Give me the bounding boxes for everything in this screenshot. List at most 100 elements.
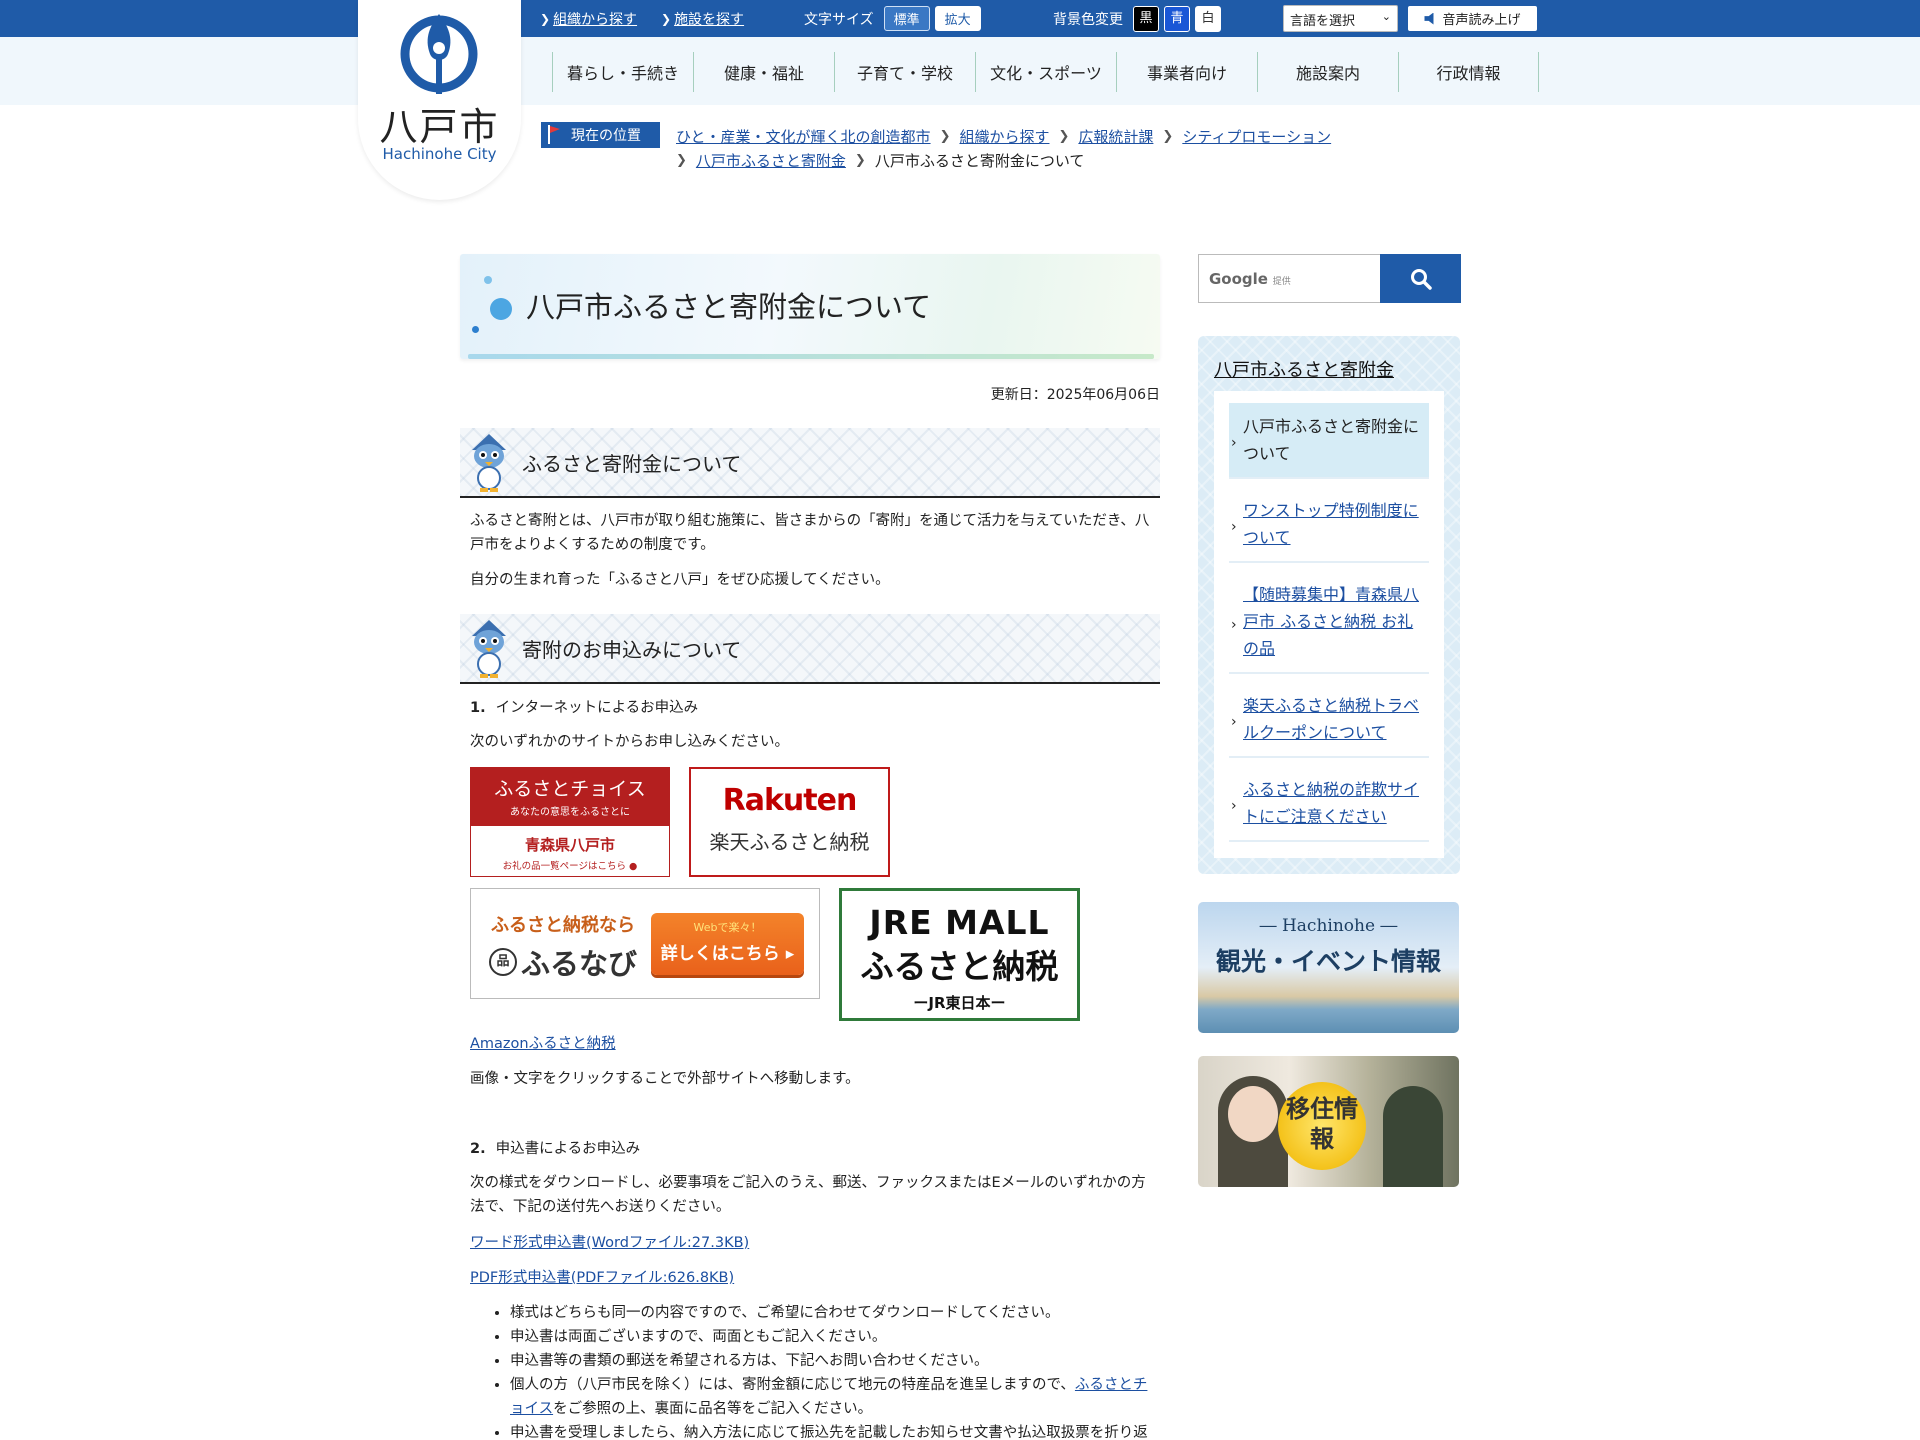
side-nav-heading[interactable]: 八戸市ふるさと寄附金 <box>1214 356 1394 382</box>
word-form-link[interactable]: ワード形式申込書(Wordファイル:27.3KB) <box>470 1235 749 1251</box>
font-standard-button[interactable]: 標準 <box>883 6 930 31</box>
side-nav-item-label[interactable]: 【随時募集中】青森県八戸市 ふるさと納税 お礼の品 <box>1243 585 1419 658</box>
search-button[interactable] <box>1380 254 1461 303</box>
apply-item1-text: 次のいずれかのサイトからお申し込みください。 <box>470 734 789 750</box>
pdf-link-wrap: PDF形式申込書(PDFファイル:626.8KB) <box>470 1266 1160 1290</box>
chevron-right-icon: ❯ <box>676 153 687 168</box>
side-nav-item-label: 八戸市ふるさと寄附金について <box>1243 417 1420 463</box>
bg-black-button[interactable]: 黒 <box>1133 5 1159 32</box>
side-nav-item-label[interactable]: ワンストップ特例制度について <box>1243 501 1419 547</box>
city-emblem-icon <box>400 14 478 94</box>
section-heading-apply: 寄附のお申込みについて <box>460 614 1160 684</box>
rakuten-logo: Rakuten <box>722 783 858 818</box>
breadcrumb-dept-link[interactable]: 広報統計課 <box>1078 126 1153 147</box>
org-search-link[interactable]: 組織から探す <box>553 9 637 29</box>
side-nav-item-fraud-warning[interactable]: › ふるさと納税の詐欺サイトにご注意ください <box>1229 766 1429 842</box>
furunavi-btn-small: Webで楽々！ <box>693 921 762 934</box>
furunavi-detail-button[interactable]: Webで楽々！ 詳しくはこちら ▸ <box>651 913 804 975</box>
chevron-right-icon: ❯ <box>939 129 951 144</box>
choice-note-text: お礼の品一覧ページはこちら <box>502 861 626 872</box>
font-large-button[interactable]: 拡大 <box>934 6 981 31</box>
chevron-right-icon: ❯ <box>540 11 551 26</box>
gnav-item-childcare[interactable]: 子育て・学校 <box>834 52 975 92</box>
search-input[interactable]: Google 提供 <box>1198 254 1381 303</box>
breadcrumb-home-link[interactable]: ひと・産業・文化が輝く北の創造都市 <box>676 126 931 147</box>
gnav-item-facilities[interactable]: 施設案内 <box>1257 52 1398 92</box>
section-heading-about-text: ふるさと寄附金について <box>522 452 742 476</box>
utility-facility-link-wrap: ❯ 施設を探す <box>661 0 744 37</box>
side-nav-item-current[interactable]: › 八戸市ふるさと寄附金について <box>1229 403 1429 479</box>
furunavi-btn-main: 詳しくはこちら ▸ <box>651 939 804 964</box>
bg-color-label: 背景色変更 <box>1053 11 1123 28</box>
apply-item2-title-text: 申込書によるお申込み <box>495 1141 641 1157</box>
section-heading-apply-text: 寄附のお申込みについて <box>522 638 742 662</box>
chevron-right-icon: ❯ <box>1058 129 1070 144</box>
jre-title: JRE MALL <box>869 903 1050 942</box>
gnav-item-business[interactable]: 事業者向け <box>1116 52 1257 92</box>
list-item-text: 個人の方（八戸市民を除く）には、寄附金額に応じて地元の特産品を進呈しますので、 <box>510 1377 1075 1393</box>
rakuten-banner[interactable]: Rakuten 楽天ふるさと納税 <box>689 767 890 877</box>
side-nav-item-label[interactable]: 楽天ふるさと納税トラベルクーポンについて <box>1243 696 1419 742</box>
bg-white-button[interactable]: 白 <box>1195 5 1221 32</box>
gnav-item-living[interactable]: 暮らし・手続き <box>552 52 693 92</box>
side-nav-item-onestop[interactable]: › ワンストップ特例制度について <box>1229 487 1429 563</box>
side-nav-item-rakuten-coupon[interactable]: › 楽天ふるさと納税トラベルクーポンについて <box>1229 682 1429 758</box>
list-item-text: をご参照の上、裏面に品名等をご記入ください。 <box>553 1401 873 1417</box>
side-nav-item-label[interactable]: ふるさと納税の詐欺サイトにご注意ください <box>1243 780 1419 826</box>
font-size-label: 文字サイズ <box>804 11 874 28</box>
chevron-right-icon: › <box>1231 616 1237 633</box>
breadcrumb-furusato-link[interactable]: 八戸市ふるさと寄附金 <box>696 150 846 171</box>
google-provided-label: 提供 <box>1272 277 1291 287</box>
tourism-event-banner[interactable]: ― Hachinohe ― 観光・イベント情報 <box>1198 902 1459 1033</box>
about-paragraph-2: 自分の生まれ育った「ふるさと八戸」をぜひ応援してください。 <box>470 572 890 588</box>
breadcrumb-line-2: ❯ 八戸市ふるさと寄附金 ❯ 八戸市ふるさと寄附金について <box>676 150 1084 171</box>
decor-dot-icon <box>490 298 512 320</box>
choice-note: お礼の品一覧ページはこちら ● <box>471 858 669 872</box>
arrow-circle-icon: ▸ <box>785 944 795 964</box>
read-aloud-button[interactable]: 音声読み上げ <box>1408 6 1537 31</box>
page-title: 八戸市ふるさと寄附金について <box>526 290 932 324</box>
pdf-form-link[interactable]: PDF形式申込書(PDFファイル:626.8KB) <box>470 1270 734 1286</box>
choice-title: ふるさとチョイス <box>494 778 646 800</box>
breadcrumb-org-link[interactable]: 組織から探す <box>959 126 1049 147</box>
section-heading-about: ふるさと寄附金について <box>460 428 1160 498</box>
chevron-right-icon: ❯ <box>1162 129 1174 144</box>
arrow-circle-icon: ● <box>629 861 638 872</box>
apply-item2-number: 2. <box>470 1141 486 1157</box>
tourism-banner-subtitle: ― Hachinohe ― <box>1259 916 1398 936</box>
breadcrumb-current: 八戸市ふるさと寄附金について <box>874 152 1085 170</box>
furunavi-banner[interactable]: ふるさと納税なら 品ふるなび Webで楽々！ 詳しくはこちら ▸ <box>470 888 820 999</box>
migration-info-banner[interactable]: 移住情報 <box>1198 1056 1459 1187</box>
updated-date: 更新日：2025年06月06日 <box>990 387 1160 403</box>
choice-tagline: あなたの意思をふるさとに <box>510 807 630 818</box>
person-image <box>1383 1086 1443 1187</box>
gnav-item-administration[interactable]: 行政情報 <box>1398 52 1539 92</box>
global-nav: 暮らし・手続き 健康・福祉 子育て・学校 文化・スポーツ 事業者向け 施設案内 … <box>552 52 1539 92</box>
chevron-right-icon: ❯ <box>661 11 672 26</box>
side-nav: 八戸市ふるさと寄附金 › 八戸市ふるさと寄附金について › ワンストップ特例制度… <box>1198 336 1460 874</box>
jre-company: ーJR東日本ー <box>913 994 1006 1012</box>
list-item: 様式はどちらも同一の内容ですので、ご希望に合わせてダウンロードしてください。 <box>510 1301 1160 1325</box>
google-label: Google <box>1209 270 1268 288</box>
breadcrumb-label-text: 現在の位置 <box>571 128 641 144</box>
mascot-icon <box>472 620 506 678</box>
rakuten-label: 楽天ふるさと納税 <box>709 830 870 854</box>
language-select[interactable]: 言語を選択 ⌄ <box>1283 5 1398 32</box>
search-icon <box>1410 268 1432 290</box>
jre-mall-banner[interactable]: JRE MALL ふるさと納税 ーJR東日本ー <box>839 888 1080 1021</box>
tourism-banner-title: 観光・イベント情報 <box>1215 947 1441 976</box>
external-note: 画像・文字をクリックすることで外部サイトへ移動します。 <box>470 1071 860 1087</box>
facility-search-link[interactable]: 施設を探す <box>674 9 744 29</box>
breadcrumb-promotion-link[interactable]: シティプロモーション <box>1182 126 1331 147</box>
flag-icon <box>548 125 560 144</box>
site-logo[interactable]: 八戸市 Hachinohe City <box>358 0 521 200</box>
apply-item1-number: 1. <box>470 700 486 716</box>
amazon-furusato-link[interactable]: Amazonふるさと納税 <box>470 1036 616 1052</box>
bg-blue-button[interactable]: 青 <box>1164 5 1190 32</box>
side-nav-item-gifts[interactable]: › 【随時募集中】青森県八戸市 ふるさと納税 お礼の品 <box>1229 571 1429 674</box>
furusato-choice-banner[interactable]: ふるさとチョイス あなたの意思をふるさとに 青森県八戸市 お礼の品一覧ページはこ… <box>470 767 670 877</box>
gnav-item-health[interactable]: 健康・福祉 <box>693 52 834 92</box>
logo-name: 八戸市 <box>379 105 500 149</box>
gnav-item-culture[interactable]: 文化・スポーツ <box>975 52 1116 92</box>
mascot-icon <box>472 434 506 492</box>
